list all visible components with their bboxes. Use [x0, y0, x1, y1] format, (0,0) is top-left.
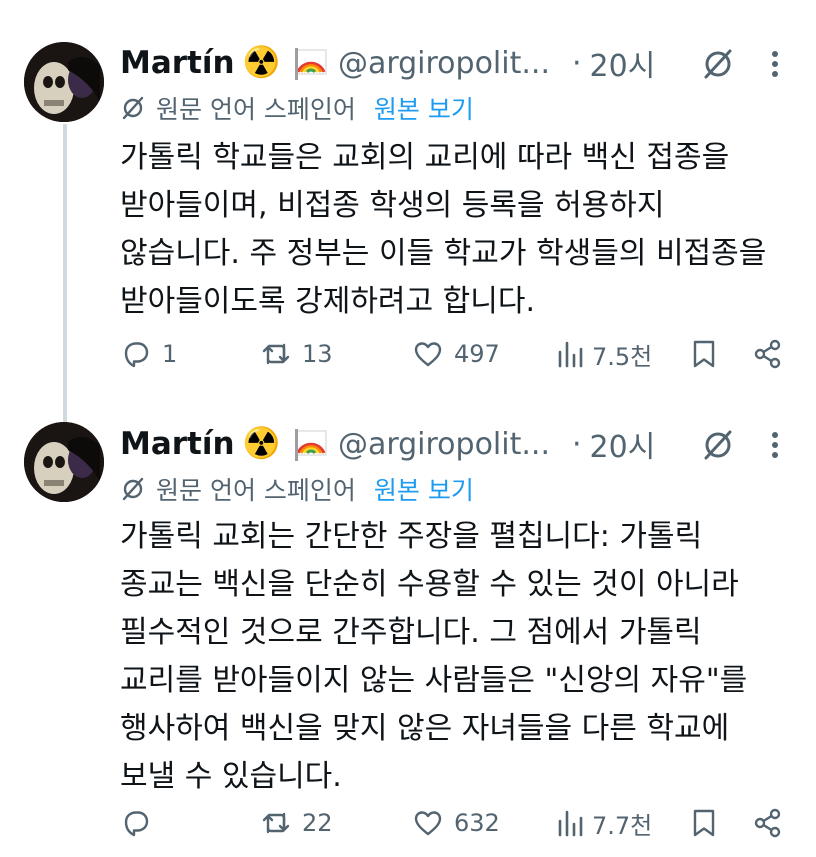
- timestamp[interactable]: 20시: [590, 41, 656, 85]
- radiation-badge-icon: ☢️: [242, 426, 280, 461]
- grok-slash-icon[interactable]: [700, 427, 736, 463]
- retweet-count: 13: [302, 340, 333, 368]
- action-bar: 1 13 497 7.5천: [120, 334, 800, 374]
- views-button[interactable]: 7.5천: [556, 334, 652, 374]
- author-handle[interactable]: @argiropolit...: [338, 427, 550, 462]
- tweet-text-line: 행사하여 백신을 맞지 않은 자녀들을 다른 학교에: [120, 711, 730, 746]
- tweet-text-line: 보낼 수 있습니다.: [120, 759, 342, 794]
- separator-dot: ·: [571, 45, 582, 81]
- bookmark-button[interactable]: [688, 334, 720, 374]
- translate-icon: [122, 96, 144, 120]
- tweet-1[interactable]: Martín ☢️ @argiropolit... · 20시 원문 언어 스페…: [0, 0, 816, 405]
- avatar-image: [24, 42, 104, 122]
- views-icon: [558, 341, 583, 368]
- avatar[interactable]: [24, 42, 104, 122]
- reply-icon: [124, 342, 149, 368]
- retweet-button[interactable]: 22: [260, 803, 333, 843]
- translate-icon: [122, 477, 144, 501]
- tweet-text-line: 교리를 받아들이지 않는 사람들은 "신앙의 자유"를: [120, 663, 748, 698]
- more-icon[interactable]: [764, 427, 786, 463]
- translation-notice: 원문 언어 스페인어 원본 보기: [120, 90, 474, 126]
- bookmark-icon: [693, 340, 715, 368]
- bookmark-icon: [693, 809, 715, 837]
- tweet-text: 가톨릭 교회는 간단한 주장을 펼칩니다: 가톨릭 종교는 백신을 단순히 수용…: [120, 513, 800, 801]
- avatar-image: [24, 422, 104, 502]
- grok-slash-icon[interactable]: [700, 46, 736, 82]
- retweet-button[interactable]: 13: [260, 334, 333, 374]
- views-count: 7.7천: [592, 811, 653, 840]
- retweet-count: 22: [302, 809, 333, 837]
- action-bar: 22 632 7.7천: [120, 803, 800, 843]
- timestamp[interactable]: 20시: [590, 422, 656, 466]
- views-button[interactable]: 7.7천: [556, 803, 652, 843]
- tweet-text-line: 필수적인 것으로 간주합니다. 그 점에서 가톨릭: [120, 615, 702, 650]
- reply-icon: [124, 811, 149, 837]
- share-icon: [754, 808, 781, 838]
- separator-dot: ·: [571, 426, 582, 462]
- reply-count: 1: [162, 340, 178, 368]
- more-icon[interactable]: [764, 46, 786, 82]
- like-icon: [414, 342, 442, 367]
- share-button[interactable]: [752, 803, 784, 843]
- like-count: 497: [454, 340, 500, 368]
- tweet-header: Martín ☢️ @argiropolit... · 20시: [120, 40, 655, 86]
- bookmark-button[interactable]: [688, 803, 720, 843]
- avatar[interactable]: [24, 422, 104, 502]
- rainbow-flag-icon: [294, 427, 330, 461]
- like-count: 632: [454, 809, 500, 837]
- tweet-text-line: 가톨릭 교회는 간단한 주장을 펼칩니다: 가톨릭: [120, 519, 703, 554]
- retweet-icon: [262, 343, 290, 365]
- author-name[interactable]: Martín: [120, 45, 235, 81]
- rainbow-flag-icon: [294, 46, 330, 80]
- reply-button[interactable]: 1: [120, 334, 177, 374]
- share-button[interactable]: [752, 334, 784, 374]
- share-icon: [754, 339, 781, 369]
- tweet-text: 가톨릭 학교들은 교회의 교리에 따라 백신 접종을 받아들이며, 비접종 학생…: [120, 134, 800, 326]
- tweet-text-line: 받아들이며, 비접종 학생의 등록을 허용하지: [120, 188, 665, 223]
- author-name[interactable]: Martín: [120, 426, 235, 462]
- tweet-2[interactable]: Martín ☢️ @argiropolit... · 20시 원문 언어 스페…: [0, 405, 816, 857]
- retweet-icon: [262, 812, 290, 834]
- author-handle[interactable]: @argiropolit...: [338, 46, 550, 81]
- view-original-link[interactable]: 원본 보기: [374, 90, 474, 126]
- view-original-link[interactable]: 원본 보기: [374, 471, 474, 507]
- translation-notice: 원문 언어 스페인어 원본 보기: [120, 471, 474, 507]
- views-count: 7.5천: [592, 342, 653, 371]
- radiation-badge-icon: ☢️: [242, 45, 280, 80]
- like-button[interactable]: 632: [412, 803, 500, 843]
- translated-from-label: 원문 언어 스페인어: [156, 95, 356, 124]
- tweet-header: Martín ☢️ @argiropolit... · 20시: [120, 421, 655, 467]
- reply-button[interactable]: [120, 803, 162, 843]
- translated-from-label: 원문 언어 스페인어: [156, 476, 356, 505]
- views-icon: [558, 810, 583, 837]
- tweet-text-line: 않습니다. 주 정부는 이들 학교가 학생들의 비접종을: [120, 236, 767, 271]
- tweet-text-line: 종교는 백신을 단순히 수용할 수 있는 것이 아니라: [120, 567, 739, 602]
- tweet-text-line: 가톨릭 학교들은 교회의 교리에 따라 백신 접종을: [120, 140, 730, 175]
- like-icon: [414, 811, 442, 836]
- tweet-text-line: 받아들이도록 강제하려고 합니다.: [120, 284, 536, 319]
- like-button[interactable]: 497: [412, 334, 500, 374]
